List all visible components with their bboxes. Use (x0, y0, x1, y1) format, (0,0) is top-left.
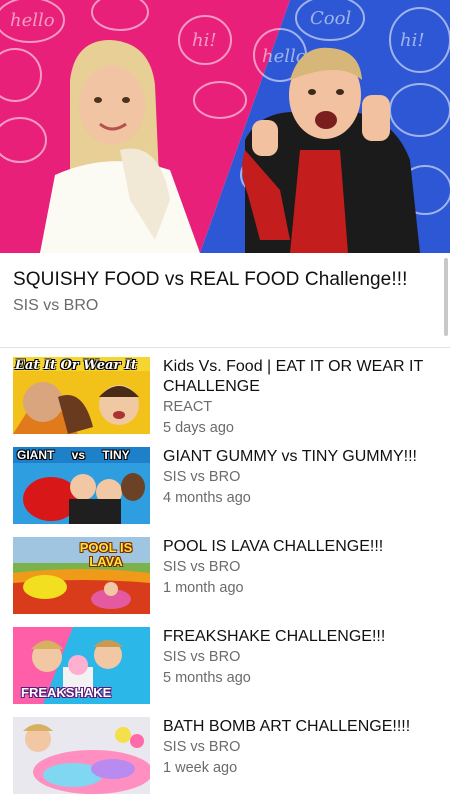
related-video-item[interactable]: POOL IS LAVA POOL IS LAVA CHALLENGE!!! S… (0, 535, 450, 625)
related-video-item[interactable]: Eat It Or Wear It Kids Vs. Food | EAT IT… (0, 355, 450, 445)
video-title[interactable]: SQUISHY FOOD vs REAL FOOD Challenge!!! (13, 269, 407, 291)
video-title[interactable]: GIANT GUMMY vs TINY GUMMY!!! (163, 447, 443, 467)
video-age: 4 months ago (163, 490, 251, 506)
video-thumbnail[interactable]: FREAKSHAKE (13, 627, 150, 704)
video-meta: FREAKSHAKE CHALLENGE!!! SIS vs BRO 5 mon… (163, 627, 443, 689)
video-channel[interactable]: SIS vs BRO (163, 647, 443, 668)
thumbnail-caption: Eat It Or Wear It (15, 358, 137, 373)
video-meta: Kids Vs. Food | EAT IT OR WEAR IT CHALLE… (163, 357, 443, 439)
thumbnail-caption: POOL IS LAVA (79, 540, 133, 569)
thumbnail-caption: FREAKSHAKE (21, 685, 112, 700)
related-videos-list: Eat It Or Wear It Kids Vs. Food | EAT IT… (0, 355, 450, 800)
video-meta: BATH BOMB ART CHALLENGE!!!! SIS vs BRO 1… (163, 717, 443, 779)
video-thumbnail[interactable]: GIANT vs TINY (13, 447, 150, 524)
svg-text:hi!: hi! (400, 30, 425, 51)
related-video-item[interactable]: FREAKSHAKE FREAKSHAKE CHALLENGE!!! SIS v… (0, 625, 450, 715)
video-age: 1 week ago (163, 760, 238, 776)
hero-thumbnail[interactable]: hello hello Cool hi! hi! (0, 0, 450, 253)
video-age: 5 months ago (163, 670, 251, 686)
video-channel[interactable]: SIS vs BRO (163, 467, 443, 488)
svg-text:hi!: hi! (192, 30, 217, 51)
svg-text:hello: hello (10, 10, 55, 31)
scrollbar[interactable] (444, 258, 448, 336)
video-meta: POOL IS LAVA CHALLENGE!!! SIS vs BRO 1 m… (163, 537, 443, 599)
video-title[interactable]: BATH BOMB ART CHALLENGE!!!! (163, 717, 443, 737)
video-thumbnail[interactable] (13, 717, 150, 794)
thumbnail-caption: GIANT vs TINY (17, 448, 130, 462)
related-video-item[interactable]: GIANT vs TINY GIANT GUMMY vs TINY GUMMY!… (0, 445, 450, 535)
video-thumbnail[interactable]: Eat It Or Wear It (13, 357, 150, 434)
svg-text:Cool: Cool (310, 8, 351, 29)
video-title[interactable]: FREAKSHAKE CHALLENGE!!! (163, 627, 443, 647)
video-age: 1 month ago (163, 580, 244, 596)
related-video-item[interactable]: BATH BOMB ART CHALLENGE!!!! SIS vs BRO 1… (0, 715, 450, 800)
video-title[interactable]: POOL IS LAVA CHALLENGE!!! (163, 537, 443, 557)
hero-info: SQUISHY FOOD vs REAL FOOD Challenge!!! S… (0, 253, 450, 347)
video-thumbnail[interactable]: POOL IS LAVA (13, 537, 150, 614)
video-channel[interactable]: SIS vs BRO (163, 557, 443, 578)
divider (0, 347, 450, 348)
video-meta: GIANT GUMMY vs TINY GUMMY!!! SIS vs BRO … (163, 447, 443, 509)
video-title[interactable]: Kids Vs. Food | EAT IT OR WEAR IT CHALLE… (163, 357, 443, 397)
video-channel[interactable]: REACT (163, 397, 443, 418)
video-channel[interactable]: SIS vs BRO (163, 737, 443, 758)
video-channel[interactable]: SIS vs BRO (13, 297, 98, 315)
video-age: 5 days ago (163, 420, 234, 436)
